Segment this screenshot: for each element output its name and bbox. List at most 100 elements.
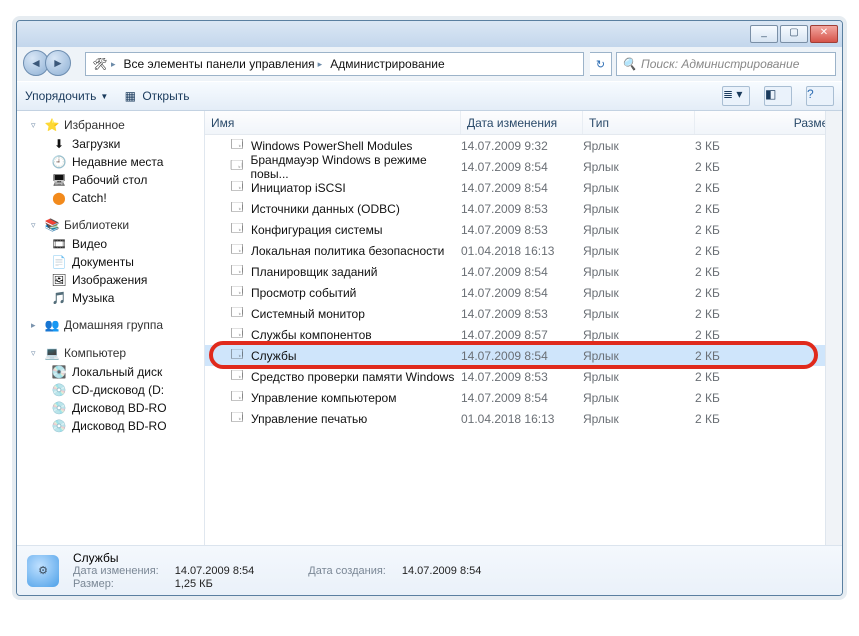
file-date: 01.04.2018 16:13: [461, 412, 583, 426]
gear-icon: ⚙: [27, 555, 59, 587]
nav-item-cd[interactable]: 💿CD-дисковод (D:: [17, 381, 204, 399]
file-type: Ярлык: [583, 391, 695, 405]
preview-pane-button[interactable]: ◧: [764, 86, 792, 106]
nav-item-recent[interactable]: 🕘Недавние места: [17, 153, 204, 171]
file-name: Просмотр событий: [251, 286, 356, 300]
nav-item-music[interactable]: 🎵Музыка: [17, 289, 204, 307]
file-row[interactable]: 🗔Системный монитор14.07.2009 8:53Ярлык2 …: [205, 303, 842, 324]
breadcrumb-seg[interactable]: Администрирование: [330, 57, 444, 71]
desktop-icon: 🖥: [51, 172, 67, 188]
file-row[interactable]: 🗔Планировщик заданий14.07.2009 8:54Ярлык…: [205, 261, 842, 282]
file-name: Локальная политика безопасности: [251, 244, 444, 258]
file-type: Ярлык: [583, 328, 695, 342]
file-name: Источники данных (ODBC): [251, 202, 400, 216]
close-button[interactable]: ✕: [810, 25, 838, 43]
file-row[interactable]: 🗔Управление печатью01.04.2018 16:13Ярлык…: [205, 408, 842, 429]
file-date: 14.07.2009 8:53: [461, 202, 583, 216]
open-button[interactable]: ▦Открыть: [122, 88, 189, 104]
file-row[interactable]: 🗔Брандмауэр Windows в режиме повы...14.0…: [205, 156, 842, 177]
organize-menu[interactable]: Упорядочить ▼: [25, 89, 108, 103]
nav-item-catch[interactable]: ⬤Catch!: [17, 189, 204, 207]
libraries-icon: 📚: [44, 217, 60, 233]
file-name: Службы: [251, 349, 296, 363]
file-row[interactable]: 🗔Службы14.07.2009 8:54Ярлык2 КБ: [205, 345, 842, 366]
nav-computer-header[interactable]: ▿💻Компьютер: [17, 343, 204, 363]
file-size: 2 КБ: [695, 412, 842, 426]
refresh-button[interactable]: ↻: [590, 52, 612, 76]
minimize-button[interactable]: _: [750, 25, 778, 43]
details-created-value: 14.07.2009 8:54: [402, 565, 482, 577]
music-icon: 🎵: [51, 290, 67, 306]
nav-item-desktop[interactable]: 🖥Рабочий стол: [17, 171, 204, 189]
file-name: Управление печатью: [251, 412, 367, 426]
file-type: Ярлык: [583, 244, 695, 258]
file-name: Инициатор iSCSI: [251, 181, 346, 195]
file-row[interactable]: 🗔Средство проверки памяти Windows14.07.2…: [205, 366, 842, 387]
col-type[interactable]: Тип: [583, 111, 695, 134]
file-size: 2 КБ: [695, 181, 842, 195]
nav-item-bd1[interactable]: 💿Дисковод BD-RO: [17, 399, 204, 417]
nav-item-documents[interactable]: 📄Документы: [17, 253, 204, 271]
file-size: 2 КБ: [695, 328, 842, 342]
search-input[interactable]: 🔍 Поиск: Администрирование: [616, 52, 836, 76]
catch-icon: ⬤: [51, 190, 67, 206]
col-size[interactable]: Размер: [695, 111, 842, 134]
shortcut-icon: 🗔: [229, 348, 245, 364]
details-mod-label: Дата изменения:: [73, 565, 159, 577]
nav-item-video[interactable]: 🎞Видео: [17, 235, 204, 253]
file-row[interactable]: 🗔Конфигурация системы14.07.2009 8:53Ярлы…: [205, 219, 842, 240]
file-size: 2 КБ: [695, 202, 842, 216]
breadcrumb-seg[interactable]: Все элементы панели управления: [124, 57, 315, 71]
shortcut-icon: 🗔: [229, 264, 245, 280]
shortcut-icon: 🗔: [229, 138, 245, 154]
file-size: 3 КБ: [695, 139, 842, 153]
details-title: Службы: [73, 551, 254, 565]
file-name: Windows PowerShell Modules: [251, 139, 412, 153]
explorer-window: _ ▢ ✕ ◄ ► 🛠▸ Все элементы панели управле…: [16, 20, 843, 596]
breadcrumb[interactable]: 🛠▸ Все элементы панели управления▸ Админ…: [85, 52, 584, 76]
file-row[interactable]: 🗔Службы компонентов14.07.2009 8:57Ярлык2…: [205, 324, 842, 345]
file-type: Ярлык: [583, 223, 695, 237]
col-date[interactable]: Дата изменения: [461, 111, 583, 134]
file-date: 14.07.2009 8:54: [461, 286, 583, 300]
column-headers[interactable]: Имя Дата изменения Тип Размер: [205, 111, 842, 135]
nav-homegroup-header[interactable]: ▸👥Домашняя группа: [17, 315, 204, 335]
images-icon: 🖼: [51, 272, 67, 288]
help-button[interactable]: ?: [806, 86, 834, 106]
file-row[interactable]: 🗔Управление компьютером14.07.2009 8:54Яр…: [205, 387, 842, 408]
computer-icon: 💻: [44, 345, 60, 361]
view-options-button[interactable]: ≣ ▾: [722, 86, 750, 106]
nav-item-localdisk[interactable]: 💽Локальный диск: [17, 363, 204, 381]
vertical-scrollbar[interactable]: [825, 111, 842, 545]
titlebar: _ ▢ ✕: [17, 21, 842, 47]
file-size: 2 КБ: [695, 391, 842, 405]
nav-item-images[interactable]: 🖼Изображения: [17, 271, 204, 289]
file-size: 2 КБ: [695, 370, 842, 384]
file-name: Брандмауэр Windows в режиме повы...: [250, 153, 461, 181]
file-name: Службы компонентов: [251, 328, 372, 342]
search-icon: 🔍: [621, 56, 637, 72]
file-size: 2 КБ: [695, 223, 842, 237]
col-name[interactable]: Имя: [205, 111, 461, 134]
bd-icon: 💿: [51, 418, 67, 434]
nav-libraries-header[interactable]: ▿📚Библиотеки: [17, 215, 204, 235]
file-row[interactable]: 🗔Источники данных (ODBC)14.07.2009 8:53Я…: [205, 198, 842, 219]
file-row[interactable]: 🗔Инициатор iSCSI14.07.2009 8:54Ярлык2 КБ: [205, 177, 842, 198]
maximize-button[interactable]: ▢: [780, 25, 808, 43]
file-name: Конфигурация системы: [251, 223, 382, 237]
file-row[interactable]: 🗔Локальная политика безопасности01.04.20…: [205, 240, 842, 261]
nav-favorites-header[interactable]: ▿⭐Избранное: [17, 115, 204, 135]
nav-forward-button[interactable]: ►: [45, 50, 71, 76]
file-size: 2 КБ: [695, 349, 842, 363]
file-row[interactable]: 🗔Просмотр событий14.07.2009 8:54Ярлык2 К…: [205, 282, 842, 303]
file-size: 2 КБ: [695, 244, 842, 258]
nav-item-bd2[interactable]: 💿Дисковод BD-RO: [17, 417, 204, 435]
file-date: 14.07.2009 8:53: [461, 223, 583, 237]
address-bar: ◄ ► 🛠▸ Все элементы панели управления▸ А…: [17, 47, 842, 81]
navigation-pane[interactable]: ▿⭐Избранное ⬇Загрузки 🕘Недавние места 🖥Р…: [17, 111, 205, 545]
file-date: 14.07.2009 8:54: [461, 391, 583, 405]
nav-item-downloads[interactable]: ⬇Загрузки: [17, 135, 204, 153]
bd-icon: 💿: [51, 400, 67, 416]
shortcut-icon: 🗔: [229, 411, 245, 427]
file-type: Ярлык: [583, 370, 695, 384]
